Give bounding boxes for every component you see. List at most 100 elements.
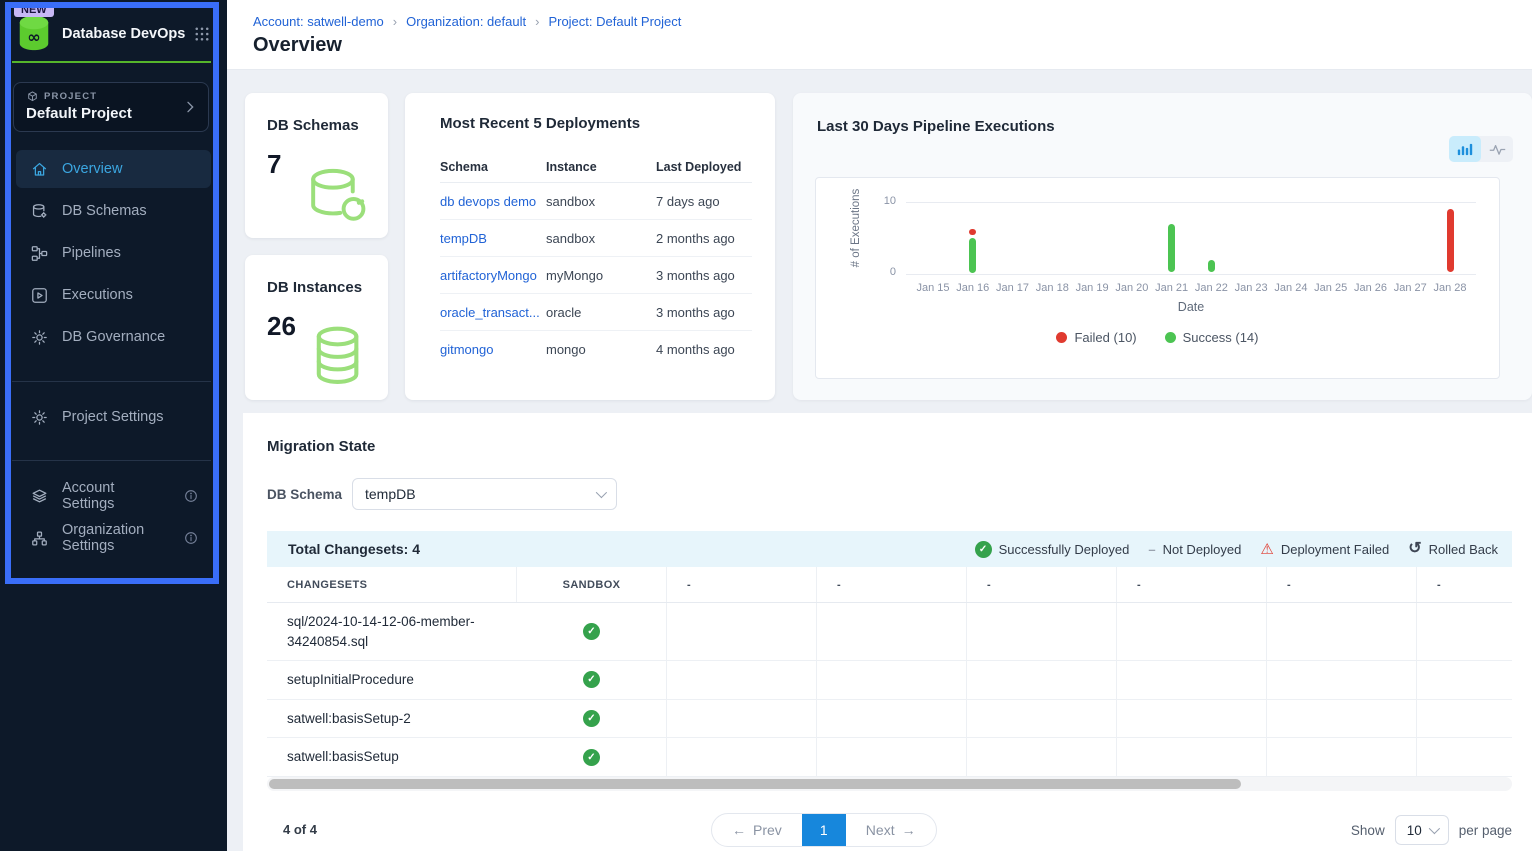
changeset-empty-cell bbox=[667, 603, 817, 660]
changesets-column-header: - bbox=[1117, 567, 1267, 602]
changeset-row: sql/2024-10-14-12-06-member-34240854.sql… bbox=[267, 603, 1512, 661]
pipelines-icon bbox=[30, 244, 49, 263]
failed-bar bbox=[1447, 209, 1454, 272]
svg-text:∞: ∞ bbox=[27, 28, 40, 47]
x-axis-tick: Jan 23 bbox=[1235, 282, 1268, 294]
deployment-instance: oracle bbox=[546, 305, 656, 320]
breadcrumb-link[interactable]: Account: satwell-demo bbox=[253, 14, 384, 29]
success-bar bbox=[1168, 224, 1175, 273]
x-axis-tick: Jan 22 bbox=[1195, 282, 1228, 294]
deployments-col-last-deployed: Last Deployed bbox=[656, 160, 752, 174]
deployment-schema-link[interactable]: tempDB bbox=[440, 231, 546, 246]
layers-icon bbox=[30, 487, 49, 506]
deployment-schema-link[interactable]: db devops demo bbox=[440, 194, 546, 209]
changeset-empty-cell bbox=[967, 661, 1117, 699]
x-axis-label: Date bbox=[906, 300, 1476, 314]
sidebar-item-label: Organization Settings bbox=[62, 522, 170, 554]
bar-chart-icon[interactable] bbox=[1449, 136, 1481, 162]
status-legend-label: Deployment Failed bbox=[1281, 542, 1389, 557]
x-axis-tick: Jan 25 bbox=[1314, 282, 1347, 294]
changeset-empty-cell bbox=[817, 700, 967, 738]
deployment-row: oracle_transact...oracle3 months ago bbox=[440, 294, 752, 331]
sidebar-item-label: DB Governance bbox=[62, 329, 165, 345]
changeset-empty-cell bbox=[817, 603, 967, 660]
sidebar-item-db-schemas[interactable]: DB Schemas bbox=[16, 192, 211, 230]
db-schema-label: DB Schema bbox=[267, 487, 342, 502]
brand-underline bbox=[12, 61, 211, 63]
chevron-right-icon bbox=[182, 99, 198, 115]
sidebar-item-organization-settings[interactable]: Organization Settings bbox=[16, 519, 211, 557]
sidebar-item-overview[interactable]: Overview bbox=[16, 150, 211, 188]
arrow-right-icon: → bbox=[902, 822, 916, 838]
x-axis-tick: Jan 28 bbox=[1433, 282, 1466, 294]
changesets-column-header: - bbox=[667, 567, 817, 602]
changesets-column-header: SANDBOX bbox=[517, 567, 667, 602]
sidebar-divider bbox=[12, 381, 211, 382]
db-schemas-card: DB Schemas 7 bbox=[245, 93, 388, 238]
info-icon[interactable] bbox=[183, 530, 199, 546]
chevron-down-icon bbox=[1428, 823, 1439, 834]
deployment-instance: mongo bbox=[546, 342, 656, 357]
org-icon bbox=[30, 529, 49, 548]
x-axis-tick: Jan 27 bbox=[1394, 282, 1427, 294]
db-instances-card: DB Instances 26 bbox=[245, 255, 388, 400]
sidebar-item-project-settings[interactable]: Project Settings bbox=[16, 398, 211, 436]
deployments-col-schema: Schema bbox=[440, 160, 546, 174]
sidebar-item-pipelines[interactable]: Pipelines bbox=[16, 234, 211, 272]
deployment-schema-link[interactable]: artifactoryMongo bbox=[440, 268, 546, 283]
breadcrumb-link[interactable]: Project: Default Project bbox=[548, 14, 681, 29]
sidebar-item-executions[interactable]: Executions bbox=[16, 276, 211, 314]
migration-state-panel: Migration State DB Schema tempDB Total C… bbox=[243, 413, 1532, 851]
line-chart-icon[interactable] bbox=[1481, 136, 1513, 162]
prev-page-button[interactable]: ←Prev bbox=[712, 814, 802, 846]
horizontal-scrollbar-thumb[interactable] bbox=[269, 779, 1241, 789]
chart-legend-item[interactable]: Success (14) bbox=[1165, 330, 1259, 345]
check-circle-icon: ✓ bbox=[583, 623, 600, 640]
sidebar-divider bbox=[12, 460, 211, 461]
changeset-name: satwell:basisSetup-2 bbox=[267, 700, 517, 738]
sidebar-item-label: DB Schemas bbox=[62, 203, 147, 219]
project-label: PROJECT bbox=[44, 91, 97, 102]
changeset-sandbox-status: ✓ bbox=[517, 738, 667, 776]
next-page-button[interactable]: Next→ bbox=[846, 814, 936, 846]
changeset-empty-cell bbox=[1117, 700, 1267, 738]
info-icon[interactable] bbox=[183, 488, 199, 504]
changeset-empty-cell bbox=[1267, 700, 1417, 738]
db-schema-select-value: tempDB bbox=[365, 486, 416, 502]
per-page-select[interactable]: 10 bbox=[1395, 815, 1449, 845]
page-number-button[interactable]: 1 bbox=[802, 814, 846, 846]
project-name: Default Project bbox=[26, 105, 196, 122]
changeset-empty-cell bbox=[1267, 661, 1417, 699]
status-legend: ✓Successfully Deployed–Not Deployed⚠Depl… bbox=[975, 541, 1498, 558]
sidebar-item-label: Overview bbox=[62, 161, 122, 177]
chart-legend-item[interactable]: Failed (10) bbox=[1056, 330, 1136, 345]
deployment-row: artifactoryMongomyMongo3 months ago bbox=[440, 257, 752, 294]
deployment-last-deployed: 2 months ago bbox=[656, 231, 752, 246]
database-stack-icon bbox=[288, 324, 384, 396]
x-axis-tick: Jan 19 bbox=[1076, 282, 1109, 294]
sidebar-item-db-governance[interactable]: DB Governance bbox=[16, 318, 211, 356]
project-selector[interactable]: PROJECT Default Project bbox=[13, 82, 209, 132]
y-axis-label: # of Executions bbox=[850, 188, 890, 268]
deployment-row: tempDBsandbox2 months ago bbox=[440, 220, 752, 257]
sidebar-item-label: Pipelines bbox=[62, 245, 121, 261]
deployment-schema-link[interactable]: gitmongo bbox=[440, 342, 546, 357]
breadcrumb-link[interactable]: Organization: default bbox=[406, 14, 526, 29]
executions-icon bbox=[30, 286, 49, 305]
recent-deployments-card: Most Recent 5 Deployments Schema Instanc… bbox=[405, 93, 775, 400]
horizontal-scrollbar[interactable] bbox=[267, 777, 1512, 791]
app-grid-icon[interactable] bbox=[193, 25, 211, 43]
check-circle-icon: ✓ bbox=[583, 749, 600, 766]
deployment-instance: myMongo bbox=[546, 268, 656, 283]
changeset-row: satwell:basisSetup-2✓ bbox=[267, 700, 1512, 739]
deployment-schema-link[interactable]: oracle_transact... bbox=[440, 305, 546, 320]
status-legend-label: Rolled Back bbox=[1429, 542, 1498, 557]
deployment-instance: sandbox bbox=[546, 231, 656, 246]
x-axis-tick: Jan 20 bbox=[1115, 282, 1148, 294]
legend-label: Success (14) bbox=[1183, 330, 1259, 345]
db-schema-select[interactable]: tempDB bbox=[352, 478, 617, 510]
sidebar-item-account-settings[interactable]: Account Settings bbox=[16, 477, 211, 515]
changeset-sandbox-status: ✓ bbox=[517, 603, 667, 660]
changeset-empty-cell bbox=[667, 700, 817, 738]
project-cube-icon bbox=[26, 90, 39, 103]
